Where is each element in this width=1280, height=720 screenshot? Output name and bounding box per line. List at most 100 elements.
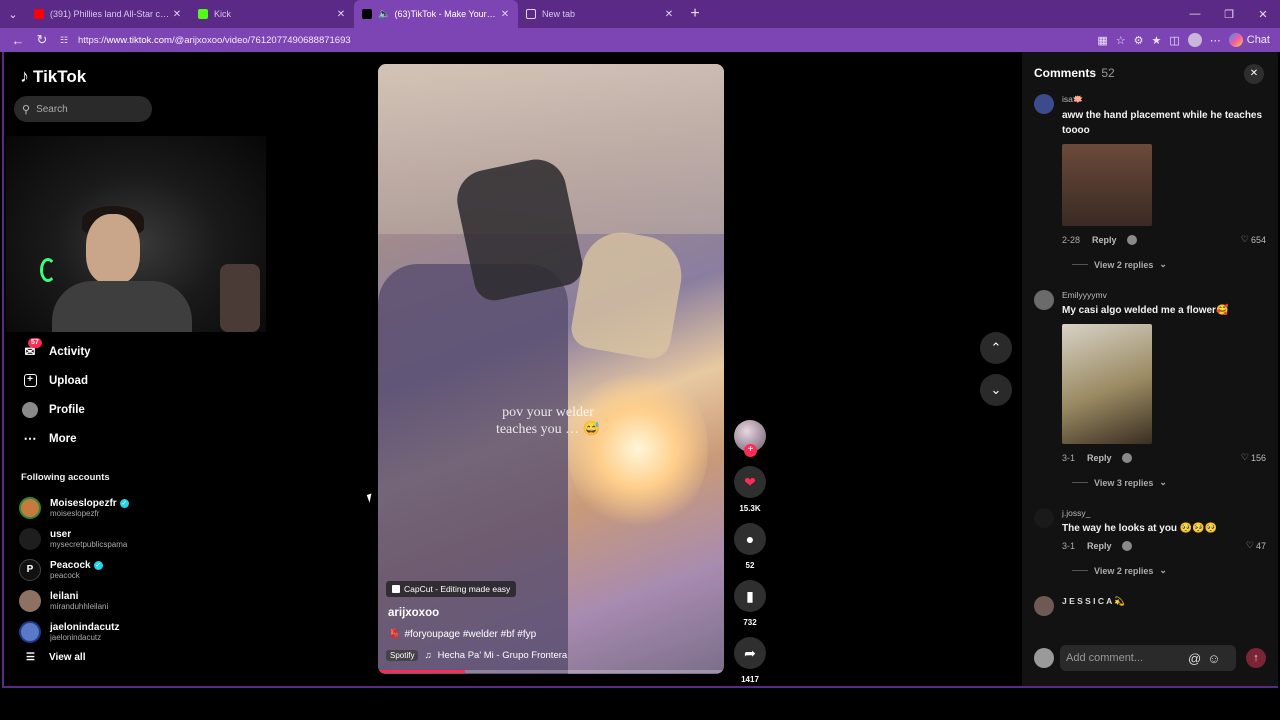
avatar[interactable] <box>1034 94 1054 114</box>
collections-icon[interactable]: ◫ <box>1169 34 1179 47</box>
view-replies-button[interactable]: View 3 replies ⌄ <box>1062 477 1266 488</box>
creator-avatar[interactable]: + <box>734 420 766 457</box>
url-field[interactable]: ☷ https://www.tiktok.com/@arijxoxoo/vide… <box>60 31 1090 49</box>
tiktok-favicon-icon <box>362 9 372 19</box>
view-replies-button[interactable]: View 2 replies ⌄ <box>1062 565 1266 576</box>
youtube-favicon-icon <box>34 9 44 19</box>
refresh-icon[interactable]: ↻ <box>30 32 54 48</box>
video-author[interactable]: arijxoxoo <box>388 607 439 619</box>
like-button[interactable]: ❤ <box>734 466 766 498</box>
comment-like-count: 156 <box>1250 452 1266 463</box>
sidebar-nav: ✉ 57 Activity + Upload Profile ⋯ More <box>20 337 91 453</box>
sidebar-item-upload[interactable]: + Upload <box>20 366 91 395</box>
close-window-icon[interactable]: ✕ <box>1246 8 1280 21</box>
video-nav-arrows: ⌃ ⌄ <box>980 332 1012 406</box>
comment-item: J E S S I C A 💫 <box>1022 596 1278 616</box>
tab-kick[interactable]: Kick ✕ <box>190 0 354 28</box>
close-icon[interactable]: ✕ <box>334 9 348 20</box>
comment-like-button[interactable]: ♡ 156 <box>1241 452 1266 463</box>
tiktok-logo[interactable]: ♪ TikTok <box>20 66 86 87</box>
close-icon[interactable]: ✕ <box>170 9 184 20</box>
video-progress-bar[interactable] <box>378 670 724 673</box>
restore-icon[interactable]: ❐ <box>1212 8 1246 21</box>
reply-button[interactable]: Reply <box>1092 235 1117 245</box>
chevron-down-icon[interactable]: ⌄ <box>980 374 1012 406</box>
sidebar-item-profile[interactable]: Profile <box>20 395 91 424</box>
comment-like-button[interactable]: ♡ 654 <box>1241 234 1266 245</box>
share-button[interactable]: ➦ <box>734 637 766 669</box>
newtab-favicon-icon <box>526 9 536 19</box>
comment-input[interactable] <box>1066 652 1182 664</box>
comment-input-box[interactable]: @ ☺ <box>1060 645 1236 671</box>
following-account[interactable]: user mysecretpublicspama <box>19 523 129 554</box>
favorite-star-icon[interactable]: ☆ <box>1116 34 1126 47</box>
sidebar-item-activity[interactable]: ✉ 57 Activity <box>20 337 91 366</box>
site-info-icon[interactable]: ☷ <box>60 35 74 46</box>
tab-list-chevron-icon[interactable]: ⌄ <box>0 0 26 28</box>
mention-icon[interactable]: @ <box>1188 651 1201 666</box>
account-name: Moiseslopezfr <box>50 497 117 509</box>
comment-meta: 3-1 Reply ♡ 156 <box>1062 452 1266 463</box>
comment-username[interactable]: isa🪷 <box>1062 94 1266 105</box>
comment-image[interactable] <box>1062 144 1152 226</box>
follow-plus-icon[interactable]: + <box>744 444 757 457</box>
new-tab-plus-icon[interactable]: + <box>682 5 708 23</box>
save-button[interactable]: ▮ <box>734 580 766 612</box>
comment-bubble-icon: ● <box>745 531 755 547</box>
video-hashtags[interactable]: 🫀 #foryoupage #welder #bf #fyp <box>388 629 536 640</box>
comment-username[interactable]: j.jossy_ <box>1062 508 1266 518</box>
search-box[interactable]: ⚲ <box>14 96 152 122</box>
copilot-chat-button[interactable]: Chat <box>1228 33 1270 47</box>
back-arrow-icon[interactable]: ← <box>6 33 30 48</box>
hashtags-text: #foryoupage #welder #bf #fyp <box>404 629 537 640</box>
send-arrow-icon[interactable]: ↑ <box>1246 648 1266 668</box>
profile-avatar[interactable] <box>1187 33 1202 47</box>
chevron-up-icon[interactable]: ⌃ <box>980 332 1012 364</box>
close-icon[interactable]: ✕ <box>1244 64 1264 84</box>
extensions-icon[interactable]: ⚙ <box>1134 34 1144 47</box>
favorites-icon[interactable]: ★ <box>1151 34 1161 47</box>
minimize-icon[interactable]: — <box>1178 8 1212 21</box>
video-music[interactable]: Spotify ♫ Hecha Pa' Mi - Grupo Frontera <box>386 650 567 661</box>
close-icon[interactable]: ✕ <box>662 9 676 20</box>
avatar[interactable] <box>1034 290 1054 310</box>
sidebar-item-more[interactable]: ⋯ More <box>20 424 91 453</box>
video-scene-weld-glow <box>568 364 708 534</box>
following-account[interactable]: leilani miranduhhleilani <box>19 585 129 616</box>
comments-heading: Comments 52 <box>1034 66 1115 80</box>
browser-tab-bar: ⌄ (391) Phillies land All-Star closer J.… <box>0 0 1280 28</box>
account-username: mysecretpublicspama <box>50 539 128 549</box>
search-input[interactable] <box>36 103 137 115</box>
comment-text: aww the hand placement while he teaches … <box>1062 110 1263 136</box>
tab-tiktok[interactable]: 🔈 (63)TikTok - Make Your Day ✕ <box>354 0 518 28</box>
spotify-badge[interactable]: Spotify <box>386 650 419 661</box>
comment-button[interactable]: ● <box>734 523 766 555</box>
settings-more-icon[interactable]: ⋯ <box>1210 34 1221 47</box>
close-icon[interactable]: ✕ <box>498 9 512 20</box>
reply-button[interactable]: Reply <box>1087 541 1112 551</box>
view-replies-label: View 3 replies <box>1094 477 1154 488</box>
reader-mode-icon[interactable]: ▦ <box>1097 34 1107 47</box>
avatar[interactable] <box>1034 596 1054 616</box>
emoji-icon[interactable]: ☺ <box>1207 651 1220 666</box>
video-player[interactable]: pov your welder teaches you … 😅 CapCut -… <box>378 64 724 674</box>
heart-outline-icon: ♡ <box>1240 452 1249 462</box>
comment-username[interactable]: Emilyyyymv <box>1062 290 1266 300</box>
reply-button[interactable]: Reply <box>1087 453 1112 463</box>
avatar[interactable] <box>1034 508 1054 528</box>
following-account[interactable]: Moiseslopezfr ✓ moiseslopezfr <box>19 492 129 523</box>
chevron-down-icon: ⌄ <box>1159 259 1167 269</box>
speaker-icon[interactable]: 🔈 <box>378 9 390 20</box>
webcam-background-person <box>220 264 260 332</box>
comment-image[interactable] <box>1062 324 1152 444</box>
overlay-line: pov your welder <box>502 405 594 420</box>
capcut-anchor[interactable]: CapCut - Editing made easy <box>386 581 517 597</box>
following-account[interactable]: P Peacock ✓ peacock <box>19 554 129 585</box>
view-replies-button[interactable]: View 2 replies ⌄ <box>1062 259 1266 270</box>
tab-newtab[interactable]: New tab ✕ <box>518 0 682 28</box>
following-account[interactable]: jaelonindacutz jaelonindacutz <box>19 616 129 647</box>
view-all-button[interactable]: ☰ View all <box>26 652 85 663</box>
comment-like-button[interactable]: ♡ 47 <box>1246 540 1266 551</box>
comment-username[interactable]: J E S S I C A 💫 <box>1062 596 1266 607</box>
tab-phillies[interactable]: (391) Phillies land All-Star closer J...… <box>26 0 190 28</box>
